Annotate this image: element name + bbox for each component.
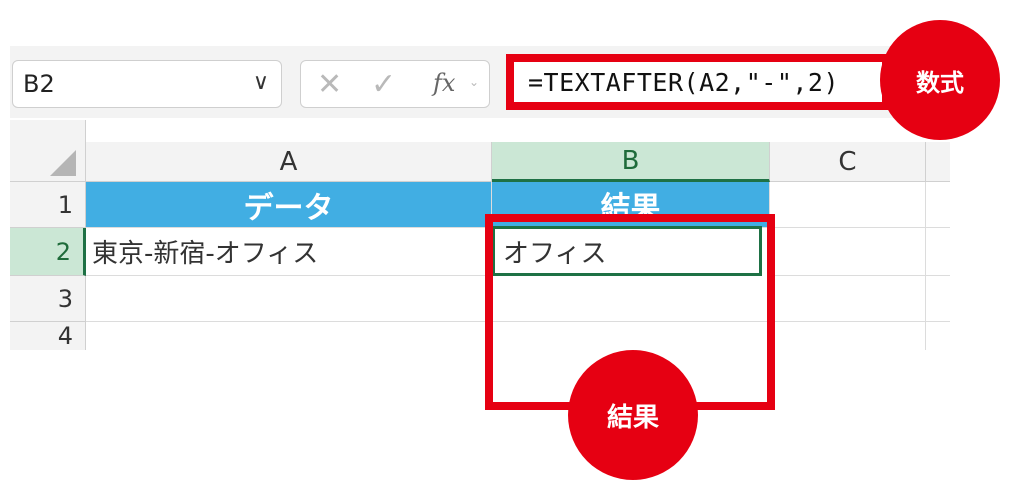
cell-d1[interactable] — [926, 182, 950, 228]
cell-c2[interactable] — [770, 228, 926, 276]
col-header-next[interactable] — [926, 142, 950, 182]
formula-text: =TEXTAFTER(A2,"-",2) — [528, 67, 840, 97]
cell-c4[interactable] — [770, 322, 926, 350]
cell-a4[interactable] — [86, 322, 492, 350]
fx-icon[interactable]: fx — [433, 69, 455, 97]
row-header-4[interactable]: 4 — [10, 322, 86, 350]
callout-formula: 数式 — [880, 20, 1000, 140]
col-header-b[interactable]: B — [492, 142, 770, 182]
cell-c3[interactable] — [770, 276, 926, 322]
cell-a2[interactable]: 東京-新宿-オフィス — [86, 228, 492, 276]
cell-d2[interactable] — [926, 228, 950, 276]
formula-input[interactable]: =TEXTAFTER(A2,"-",2) — [506, 54, 890, 110]
callout-formula-label: 数式 — [916, 68, 964, 97]
name-box-value: B2 — [23, 70, 55, 98]
name-box[interactable]: B2 ∨ — [12, 60, 282, 108]
col-header-a[interactable]: A — [86, 142, 492, 182]
expand-chevron-icon: ⌄ — [469, 75, 480, 89]
chevron-down-icon[interactable]: ∨ — [253, 70, 269, 95]
cell-a3[interactable] — [86, 276, 492, 322]
cancel-icon[interactable]: ✕ — [317, 67, 342, 102]
cell-d3[interactable] — [926, 276, 950, 322]
callout-result-label: 結果 — [606, 402, 659, 433]
row-header-1[interactable]: 1 — [10, 182, 86, 228]
cell-c1[interactable] — [770, 182, 926, 228]
select-all-triangle-icon — [50, 150, 76, 176]
row-header-2[interactable]: 2 — [10, 228, 86, 276]
formula-buttons: ✕ ✓ fx ⌄ — [300, 60, 490, 108]
row-header-3[interactable]: 3 — [10, 276, 86, 322]
col-header-c[interactable]: C — [770, 142, 926, 182]
callout-result: 結果 — [568, 350, 698, 480]
cell-a1[interactable]: データ — [86, 182, 492, 228]
check-icon[interactable]: ✓ — [371, 67, 396, 102]
